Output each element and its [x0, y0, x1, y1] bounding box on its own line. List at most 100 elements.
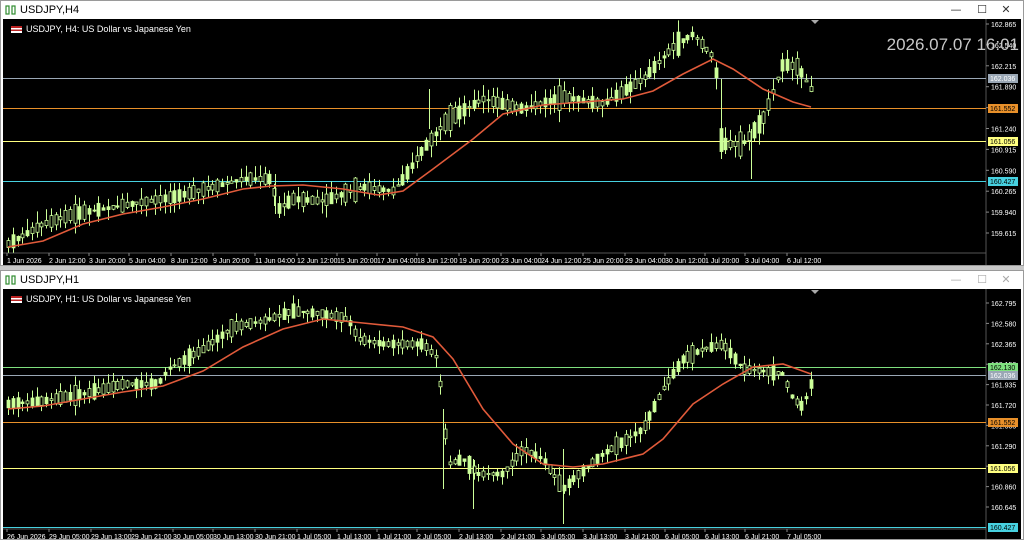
candle-body: [58, 216, 63, 221]
candle-body: [320, 199, 325, 203]
candle-body: [486, 473, 491, 475]
candle-body: [158, 378, 163, 384]
candle-body: [172, 364, 177, 367]
close-icon[interactable]: ✕: [995, 2, 1017, 18]
chart-shift-marker: [811, 290, 819, 294]
candle-body: [11, 398, 16, 410]
x-tick-label: 6 Jul 05:00: [665, 534, 699, 539]
candle-body: [139, 198, 144, 206]
chart-canvas[interactable]: 162.865162.540162.215161.890161.565161.2…: [3, 19, 1021, 265]
candle-body: [481, 470, 486, 478]
x-tick-label: 17 Jun 04:00: [377, 258, 418, 265]
price-line-label: 161.552: [990, 106, 1015, 113]
price-chart[interactable]: 162.865162.540162.215161.890161.565161.2…: [3, 19, 1021, 265]
candle-body: [372, 186, 377, 191]
candle-body: [120, 198, 125, 213]
candle-body: [310, 195, 315, 205]
candle-body: [695, 37, 700, 40]
candle-body: [771, 364, 776, 381]
candle-body: [25, 230, 30, 237]
x-tick-label: 2 Jul 21:00: [501, 534, 535, 539]
candle-body: [96, 202, 101, 217]
candle-body: [728, 347, 733, 359]
candle-body: [804, 396, 809, 400]
candle-body: [168, 191, 173, 204]
price-chart[interactable]: 162.795162.580162.365162.150161.935161.7…: [3, 289, 1021, 539]
candle-body: [6, 399, 11, 409]
candle-body: [443, 428, 448, 440]
candle-body: [514, 453, 519, 462]
price-line-label: 161.552: [990, 420, 1015, 427]
candle-body: [239, 177, 244, 183]
candle-body: [438, 380, 443, 388]
minimize-icon[interactable]: —: [945, 2, 967, 18]
candle-body: [799, 400, 804, 411]
chart-window-h4[interactable]: USDJPY,H4 — ☐ ✕ 162.865 162.540 162.215 161…: [0, 0, 1024, 266]
x-tick-label: 29 Jun 21:00: [131, 534, 172, 539]
candle-body: [719, 339, 724, 350]
candle-body: [633, 78, 638, 89]
candle-body: [229, 319, 234, 338]
candle-body: [510, 459, 515, 467]
maximize-icon[interactable]: ☐: [971, 2, 993, 18]
candle-body: [282, 308, 287, 320]
chart-canvas[interactable]: 162.795162.580162.365162.150161.935161.7…: [3, 289, 1021, 539]
candle-body: [367, 181, 372, 195]
candle-body: [210, 183, 215, 191]
candle-body: [106, 206, 111, 210]
candle-body: [358, 186, 363, 190]
candle-body: [115, 380, 120, 390]
candle-body: [220, 331, 225, 339]
x-tick-label: 29 Jun 04:00: [625, 258, 666, 265]
candle-body: [476, 99, 481, 104]
candle-body: [187, 186, 192, 200]
candle-body: [738, 131, 743, 157]
chart-window-icon: [5, 275, 16, 285]
candle-body: [709, 342, 714, 352]
title-bar[interactable]: USDJPY,H4 — ☐ ✕: [1, 1, 1023, 19]
candle-body: [552, 474, 557, 478]
candle-body: [476, 472, 481, 476]
candle-body: [752, 122, 757, 139]
candle-body: [111, 205, 116, 210]
title-bar[interactable]: USDJPY,H1 — ☐ ✕: [1, 271, 1023, 289]
candle-body: [548, 464, 553, 474]
candle-body: [87, 388, 92, 398]
candle-body: [462, 103, 467, 117]
x-tick-label: 29 Jun 05:00: [49, 534, 90, 539]
candle-body: [795, 57, 800, 76]
candle-body: [286, 195, 291, 209]
candle-body: [695, 349, 700, 355]
candle-body: [172, 190, 177, 204]
candle-body: [410, 340, 415, 348]
chart-window-h1[interactable]: USDJPY,H1 — ☐ ✕ 162.795 162.580 162.365 162…: [0, 270, 1024, 540]
candle-body: [510, 100, 515, 112]
candle-body: [410, 162, 415, 169]
symbol-description: USDJPY, H1: US Dollar vs Japanese Yen: [26, 294, 191, 304]
candle-body: [239, 320, 244, 331]
x-tick-label: 24 Jun 12:00: [541, 258, 582, 265]
candle-body: [552, 94, 557, 105]
close-icon[interactable]: ✕: [995, 272, 1017, 288]
candle-body: [628, 81, 633, 93]
candle-body: [662, 55, 667, 59]
x-tick-label: 6 Jul 13:00: [705, 534, 739, 539]
candle-body: [177, 358, 182, 368]
candle-body: [25, 400, 30, 405]
minimize-icon[interactable]: —: [945, 272, 967, 288]
candle-body: [30, 397, 35, 407]
candle-body: [757, 367, 762, 374]
candle-body: [472, 99, 477, 109]
candle-body: [495, 96, 500, 109]
moving-average-line: [7, 58, 812, 248]
candle-body: [671, 369, 676, 379]
candle-body: [73, 384, 78, 407]
candle-body: [681, 38, 686, 44]
candle-body: [405, 340, 410, 348]
candle-body: [367, 339, 372, 343]
candle-body: [491, 472, 496, 476]
candle-body: [125, 380, 130, 388]
candle-body: [68, 392, 73, 401]
candle-body: [339, 192, 344, 198]
maximize-icon[interactable]: ☐: [971, 272, 993, 288]
